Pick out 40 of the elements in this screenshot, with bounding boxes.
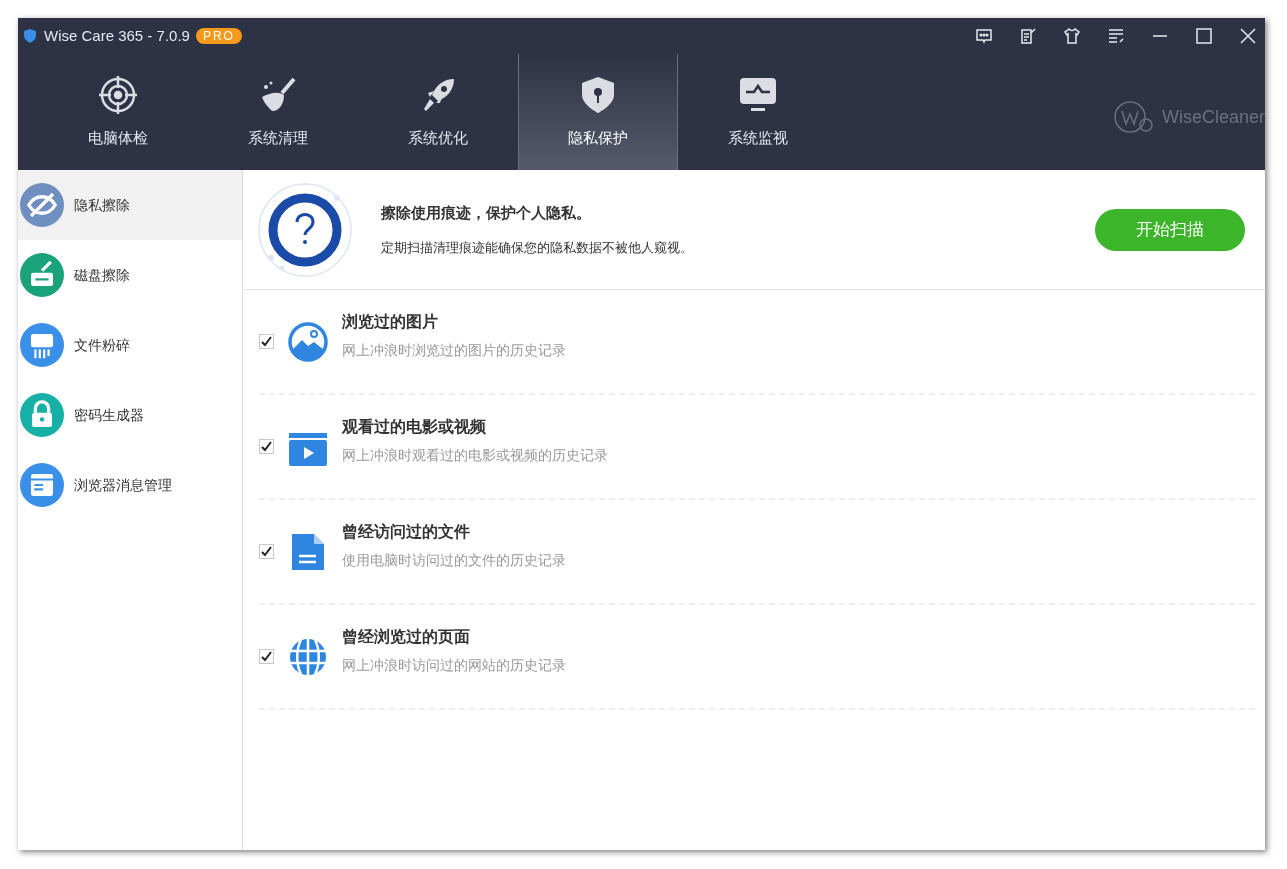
brand-name: WiseCleaner	[1161, 105, 1265, 129]
target-icon	[98, 74, 138, 115]
sidebar-icon	[20, 323, 64, 367]
item-title: 曾经访问过的文件	[342, 522, 471, 542]
pro-badge: PRO	[195, 28, 242, 44]
app-logo-icon	[22, 28, 38, 44]
sidebar-icon	[20, 253, 64, 297]
nav-tab[interactable]: 隐私保护	[518, 54, 678, 170]
question-icon	[257, 181, 353, 278]
banner-subtitle: 定期扫描清理痕迹能确保您的隐私数据不被他人窥视。	[381, 239, 693, 257]
item-title: 浏览过的图片	[342, 312, 439, 332]
item-description: 网上冲浪时观看过的电影或视频的历史记录	[342, 446, 608, 465]
banner-title: 擦除使用痕迹，保护个人隐私。	[381, 202, 592, 223]
edit-icon[interactable]	[1019, 27, 1037, 45]
nav-tab[interactable]: 系统监视	[678, 54, 838, 170]
checkbox[interactable]	[259, 544, 274, 559]
menu-icon[interactable]	[1107, 27, 1125, 45]
checkbox[interactable]	[259, 439, 274, 454]
maximize-icon[interactable]	[1195, 27, 1213, 45]
item-description: 使用电脑时访问过的文件的历史记录	[342, 551, 566, 570]
sidebar-item[interactable]: 隐私擦除	[18, 170, 242, 240]
picture-icon	[288, 321, 328, 362]
shirt-icon[interactable]	[1063, 27, 1081, 45]
sidebar-icon	[20, 463, 64, 507]
globe-icon	[288, 636, 328, 677]
checkbox[interactable]	[259, 334, 274, 349]
feedback-icon[interactable]	[975, 27, 993, 45]
nav-tab[interactable]: 电脑体检	[38, 54, 198, 170]
sidebar-icon	[20, 183, 64, 227]
nav-tab[interactable]: 系统清理	[198, 54, 358, 170]
brand-logo-icon	[1111, 99, 1156, 135]
checkbox[interactable]	[259, 649, 274, 664]
close-icon[interactable]	[1239, 27, 1257, 45]
window-title: Wise Care 365 - 7.0.9	[44, 25, 190, 46]
item-title: 曾经浏览过的页面	[342, 627, 471, 647]
item-title: 观看过的电影或视频	[342, 417, 487, 437]
sidebar-icon	[20, 393, 64, 437]
item-description: 网上冲浪时访问过的网站的历史记录	[342, 656, 566, 675]
nav-tab[interactable]: 系统优化	[358, 54, 518, 170]
item-description: 网上冲浪时浏览过的图片的历史记录	[342, 341, 566, 360]
